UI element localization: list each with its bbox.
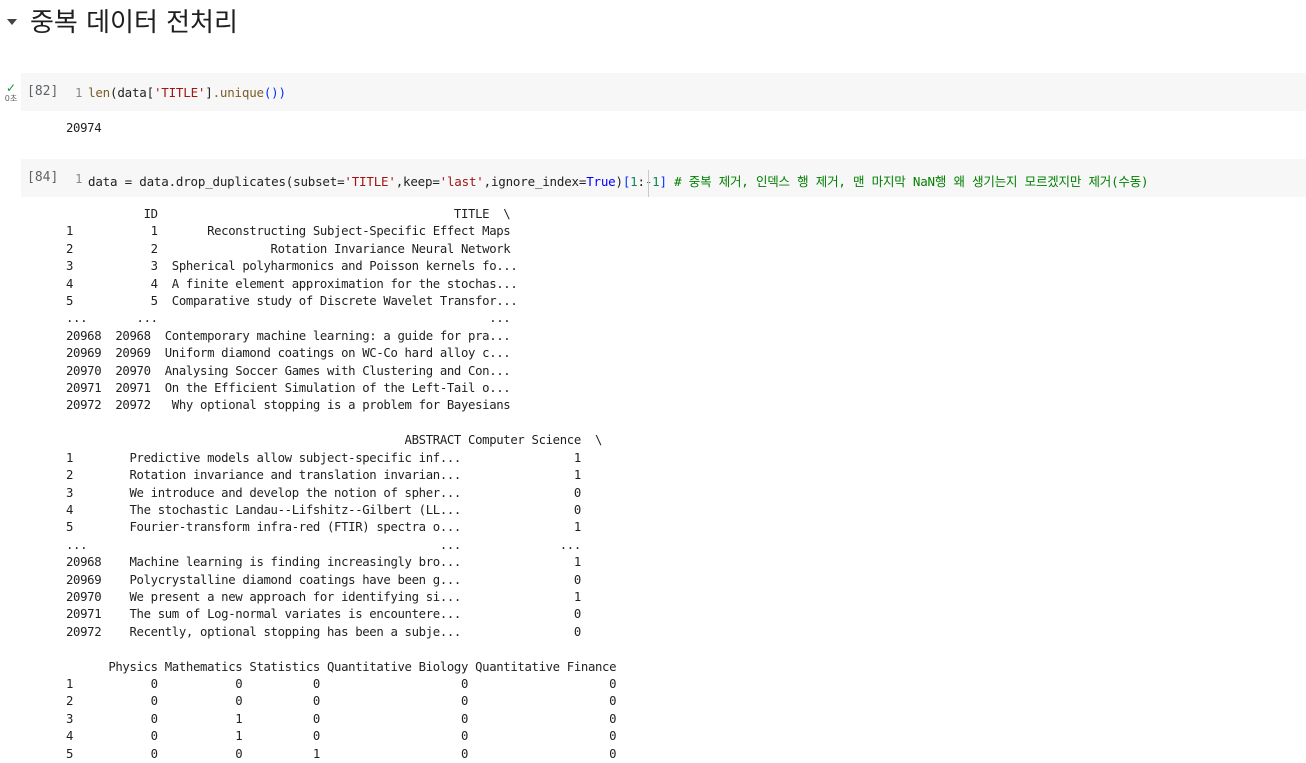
code-token: .unique (212, 85, 264, 100)
output-line: 3 We introduce and develop the notion of… (66, 485, 581, 500)
output-line: 2 Rotation invariance and translation in… (66, 468, 581, 483)
code-token: ] (659, 174, 667, 189)
output-line: Physics Mathematics Statistics Quantitat… (66, 659, 617, 674)
execution-status[interactable]: ✓ 0초 (2, 82, 20, 104)
output-line: ... ... ... (66, 537, 581, 552)
output-line: 20972 Recently, optional stopping has be… (66, 624, 581, 639)
line-number: 1 (75, 171, 83, 186)
code-comment: # 중복 제거, 인덱스 행 제거, 맨 마지막 NaN행 왜 생기는지 모르겠… (666, 174, 1149, 189)
output-line: 4 4 A finite element approximation for t… (66, 276, 518, 291)
code-token: [ (146, 85, 155, 100)
output-line: 2 2 Rotation Invariance Neural Network (66, 241, 511, 256)
code-token: ) (615, 174, 624, 189)
output-line: 3 0 1 0 0 0 (66, 711, 617, 726)
code-line[interactable]: len(data['TITLE'].unique()) (88, 85, 286, 100)
output-line: 1 0 0 0 0 0 (66, 676, 617, 691)
output-line: 1 1 Reconstructing Subject-Specific Effe… (66, 224, 511, 239)
code-token: 'last' (439, 174, 484, 189)
section-header: 중복 데이터 전처리 (0, 0, 1306, 44)
output-line: 20971 20971 On the Efficient Simulation … (66, 381, 511, 396)
execution-count[interactable]: [82] (27, 84, 58, 99)
code-token: True (586, 174, 616, 189)
text-cursor (648, 170, 649, 197)
output-line: 20970 20970 Analysing Soccer Games with … (66, 363, 511, 378)
output-line: 20971 The sum of Log-normal variates is … (66, 607, 581, 622)
code-token: data (117, 85, 147, 100)
output-line: 20969 20969 Uniform diamond coatings on … (66, 346, 511, 361)
execution-time: 0초 (4, 94, 18, 103)
output-line: 20970 We present a new approach for iden… (66, 589, 581, 604)
output-line: 5 0 0 1 0 0 (66, 746, 617, 761)
output-line: 1 Predictive models allow subject-specif… (66, 450, 581, 465)
code-token: data = data.drop_duplicates(subset= (88, 174, 345, 189)
code-token: ,ignore_index= (483, 174, 587, 189)
output-line: ... ... ... (66, 311, 511, 326)
output-line: 3 3 Spherical polyharmonics and Poisson … (66, 259, 518, 274)
code-token: len (88, 85, 110, 100)
collapse-caret-icon[interactable] (7, 19, 17, 25)
code-token: ] (205, 85, 213, 100)
code-token: : (637, 174, 645, 189)
output-line: 20968 Machine learning is finding increa… (66, 555, 581, 570)
section-title: 중복 데이터 전처리 (30, 8, 238, 38)
check-icon: ✓ (5, 81, 17, 95)
output-line: 4 The stochastic Landau--Lifshitz--Gilbe… (66, 502, 581, 517)
output-line: ID TITLE \ (66, 207, 511, 221)
code-token: 'TITLE' (153, 85, 206, 100)
output-line: 4 0 1 0 0 0 (66, 729, 617, 744)
line-number: 1 (75, 85, 83, 100)
output-line: 2 0 0 0 0 0 (66, 694, 617, 709)
output-line: 20972 20972 Why optional stopping is a p… (66, 398, 511, 413)
dataframe-output: ID TITLE \ 1 1 Reconstructing Subject-Spe… (66, 206, 617, 763)
output-line: 20969 Polycrystalline diamond coatings h… (66, 572, 581, 587)
execution-count[interactable]: [84] (27, 170, 58, 185)
code-token: -1 (644, 174, 660, 189)
cell-output: 20974 (66, 121, 102, 135)
output-line: 5 5 Comparative study of Discrete Wavele… (66, 294, 518, 309)
output-line: ABSTRACT Computer Science \ (66, 433, 603, 448)
output-line: 5 Fourier-transform infra-red (FTIR) spe… (66, 520, 581, 535)
code-line[interactable]: data = data.drop_duplicates(subset='TITL… (88, 171, 1149, 190)
code-token: ()) (263, 85, 286, 100)
code-token: 'TITLE' (344, 174, 396, 189)
code-token: ,keep= (395, 174, 440, 189)
output-line: 20968 20968 Contemporary machine learnin… (66, 328, 511, 343)
